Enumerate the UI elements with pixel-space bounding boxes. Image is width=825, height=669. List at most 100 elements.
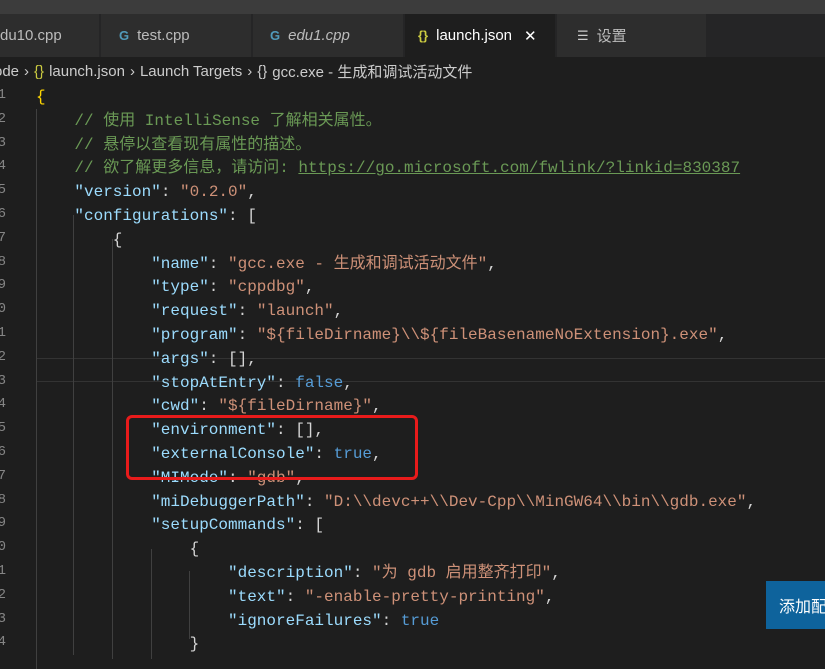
comment: // 欲了解更多信息，请访问: [74, 159, 299, 178]
tab-label: test.cpp [137, 27, 190, 44]
line-number: 3 [0, 372, 6, 389]
indent-guide [151, 549, 152, 659]
code-line: "ignoreFailures": true [228, 609, 439, 633]
line-number: 8 [0, 253, 6, 270]
comment: https://go.microsoft.com/fwlink/?linkid=… [298, 159, 741, 178]
json-key: "text" [228, 587, 286, 606]
punctuation: : [208, 254, 228, 273]
chevron-right-icon: › [24, 62, 30, 80]
tab-label: edu1.cpp [288, 27, 350, 44]
cpp-icon: G [119, 28, 130, 43]
tab-edu1-cpp[interactable]: Gedu1.cpp [253, 14, 404, 57]
json-icon: {} [34, 62, 45, 80]
json-string: "0.2.0" [180, 183, 248, 202]
punctuation: { [189, 540, 200, 559]
punctuation: { [36, 88, 46, 106]
breadcrumb-item[interactable]: Launch Targets [140, 63, 242, 80]
code-line: "setupCommands": [ [151, 513, 324, 537]
line-number: 1 [0, 87, 6, 103]
json-key: "args" [151, 349, 209, 368]
line-number: 1 [0, 325, 6, 341]
code-line: { [36, 85, 46, 109]
json-string: "cppdbg" [228, 278, 305, 297]
punctuation: : [276, 373, 296, 392]
punctuation: : [ [228, 207, 257, 225]
line-number: 0 [0, 539, 6, 556]
line-number: 3 [0, 610, 6, 627]
json-string: "为 gdb 启用整齐打印" [372, 564, 552, 582]
settings-icon: ☰ [577, 27, 589, 43]
punctuation: } [189, 635, 200, 654]
punctuation: { [112, 230, 123, 249]
annotation-highlight-box [126, 415, 418, 480]
line-number: 0 [0, 301, 6, 318]
line-number: 2 [0, 110, 6, 127]
line-number: 6 [0, 444, 6, 460]
code-line: { [113, 228, 123, 252]
json-key: "request" [151, 302, 238, 321]
line-number: 4 [0, 634, 6, 651]
json-string: "launch" [256, 302, 334, 321]
punctuation: , [304, 278, 315, 297]
line-number: 1 [0, 563, 6, 579]
code-line: { [190, 537, 200, 561]
json-key: "program" [151, 326, 238, 344]
chevron-right-icon: › [247, 62, 253, 80]
line-number: 2 [0, 586, 6, 603]
json-string: "-enable-pretty-printing" [304, 587, 545, 606]
editor-tabs: du10.cpp Gtest.cpp Gedu1.cpp {} launch.js… [0, 14, 825, 57]
punctuation: : [237, 302, 257, 321]
indent-guide [73, 215, 74, 655]
json-key: "name" [151, 254, 209, 273]
tab-test-cpp[interactable]: Gtest.cpp [101, 14, 252, 57]
tab-edu10-cpp[interactable]: du10.cpp [0, 14, 100, 57]
close-icon[interactable]: ✕ [524, 27, 537, 45]
line-number: 4 [0, 158, 6, 175]
json-key: "stopAtEntry" [151, 373, 277, 392]
line-number: 5 [0, 182, 6, 199]
indent-guide [112, 239, 113, 659]
json-key: "cwd" [151, 397, 200, 416]
code-line: "version": "0.2.0", [74, 180, 256, 204]
json-key: "type" [151, 278, 209, 297]
json-key: "version" [74, 183, 161, 202]
breadcrumb-item[interactable]: launch.json [49, 63, 125, 80]
code-line: "text": "-enable-pretty-printing", [228, 585, 554, 609]
code-line: // 悬停以查看现有属性的描述。 [74, 133, 311, 157]
breadcrumb-item[interactable]: ode [0, 63, 19, 80]
comment: // 悬停以查看现有属性的描述。 [74, 135, 312, 154]
chevron-right-icon: › [129, 62, 135, 80]
indent-guide [36, 109, 37, 669]
json-key: "miDebuggerPath" [151, 492, 305, 511]
breadcrumb-item[interactable]: gcc.exe - 生成和调试活动文件 [272, 61, 472, 82]
breadcrumb: ode› {}launch.json› Launch Targets› {}gc… [0, 57, 819, 85]
code-line: "miDebuggerPath": "D:\\devc++\\Dev-Cpp\\… [151, 490, 756, 514]
punctuation: : [352, 564, 373, 582]
indent-guide [189, 571, 190, 639]
line-number: 9 [0, 515, 6, 532]
punctuation: , [544, 587, 555, 606]
object-icon: {} [257, 62, 268, 80]
code-line: "type": "cppdbg", [151, 275, 314, 299]
json-key: "setupCommands" [151, 516, 296, 535]
code-line: "program": "${fileDirname}\\${fileBasena… [151, 323, 727, 347]
json-key: "ignoreFailures" [228, 611, 382, 630]
line-number: 5 [0, 420, 6, 437]
json-key: "configurations" [74, 207, 229, 225]
menu-bar [0, 0, 825, 14]
tab-settings[interactable]: ☰ 设置 [557, 14, 707, 57]
punctuation: , [333, 302, 344, 321]
punctuation: : [], [208, 349, 257, 368]
punctuation: , [717, 326, 728, 344]
code-line: "configurations": [ [74, 204, 256, 228]
json-string: "D:\\devc++\\Dev-Cpp\\MinGW64\\bin\\gdb.… [324, 492, 747, 511]
tab-launch-json[interactable]: {} launch.json ✕ [405, 14, 556, 57]
punctuation: : [160, 183, 181, 202]
comment: // 使用 IntelliSense 了解相关属性。 [74, 111, 382, 130]
line-number: 2 [0, 348, 6, 365]
line-number: 7 [0, 229, 6, 246]
add-configuration-button[interactable]: 添加配 [766, 581, 825, 629]
punctuation: , [372, 397, 382, 416]
code-line: "name": "gcc.exe - 生成和调试活动文件", [151, 252, 497, 276]
json-string: "${fileDirname}" [218, 397, 373, 416]
